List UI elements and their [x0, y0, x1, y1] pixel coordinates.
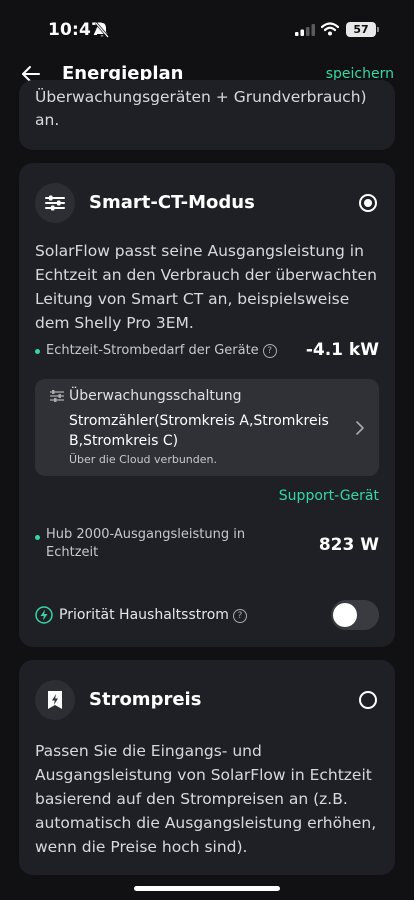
- status-bar: 10:47 57: [0, 0, 414, 56]
- previous-mode-description: Überwachungsgeräten + Grundverbrauch) an…: [35, 88, 367, 129]
- hub-output-value: 823 W: [318, 535, 379, 555]
- toggle-knob: [333, 603, 357, 627]
- monitoring-circuit-label: Überwachungsschaltung: [69, 388, 242, 404]
- demand-dot: [35, 349, 40, 354]
- strompreis-title: Strompreis: [89, 689, 202, 710]
- previous-mode-card: Überwachungsgeräten + Grundverbrauch) an…: [19, 80, 395, 150]
- output-dot: [35, 535, 40, 540]
- help-icon[interactable]: ?: [232, 609, 247, 623]
- help-icon[interactable]: ?: [262, 344, 277, 358]
- household-priority-toggle[interactable]: [331, 600, 379, 630]
- smart-ct-radio[interactable]: [359, 194, 377, 212]
- household-priority-row: Priorität Haushaltsstrom?: [35, 600, 379, 632]
- chevron-right-icon: [356, 421, 364, 435]
- smart-ct-mode-card[interactable]: Smart-CT-Modus SolarFlow passt seine Aus…: [19, 163, 395, 647]
- monitoring-circuit-selector[interactable]: Überwachungsschaltung Stromzähler(Stromk…: [35, 379, 379, 476]
- bell-off-icon: [95, 22, 109, 38]
- signal-icon: [295, 24, 315, 36]
- wifi-icon: [321, 22, 339, 36]
- demand-value: -4.1 kW: [305, 340, 379, 360]
- hub-output-row: Hub 2000-Ausgangsleistung in Echtzeit 82…: [35, 526, 379, 566]
- home-indicator[interactable]: [134, 886, 280, 891]
- household-priority-label: Priorität Haushaltsstrom: [59, 607, 229, 623]
- strompreis-radio[interactable]: [359, 691, 377, 709]
- strompreis-description: Passen Sie die Eingangs- und Ausgangslei…: [35, 742, 377, 856]
- sliders-icon: [35, 183, 75, 223]
- smart-ct-description: SolarFlow passt seine Ausgangsleistung i…: [35, 242, 377, 332]
- support-device-link[interactable]: Support-Gerät: [279, 488, 379, 504]
- monitoring-circuit-value: Stromzähler(Stromkreis A,Stromkreis B,St…: [69, 413, 329, 449]
- smart-ct-title: Smart-CT-Modus: [89, 192, 255, 213]
- battery-icon: 57: [346, 22, 379, 37]
- strompreis-mode-card[interactable]: Strompreis Passen Sie die Eingangs- und …: [19, 660, 395, 875]
- bolt-icon: [35, 606, 53, 624]
- cloud-connection-status: Über die Cloud verbunden.: [69, 453, 217, 466]
- sliders-icon: [50, 390, 64, 402]
- demand-label: Echtzeit-Strombedarf der Geräte: [46, 343, 259, 358]
- demand-row: Echtzeit-Strombedarf der Geräte? -4.1 kW: [35, 339, 379, 363]
- hub-output-label: Hub 2000-Ausgangsleistung in Echtzeit: [46, 527, 246, 560]
- price-tag-icon: [35, 680, 75, 720]
